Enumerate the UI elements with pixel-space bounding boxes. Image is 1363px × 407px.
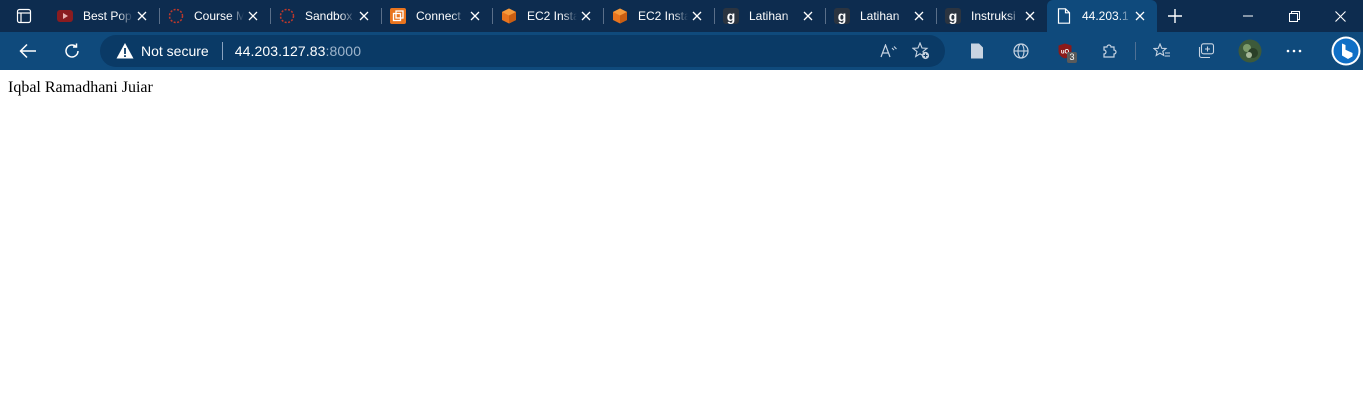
- loading-ring-icon: [168, 8, 184, 24]
- tab-title: 44.203.1: [1082, 9, 1129, 23]
- browser-tab[interactable]: Course M: [159, 0, 270, 32]
- tab-title: Instruksi: [971, 9, 1016, 23]
- letter-g-icon: g: [834, 8, 850, 24]
- collections-button[interactable]: [1184, 32, 1228, 70]
- refresh-button[interactable]: [54, 35, 90, 67]
- profile-button[interactable]: [1228, 32, 1272, 70]
- tab-title: Latihan: [860, 9, 900, 23]
- close-icon[interactable]: [579, 9, 593, 23]
- minimize-button[interactable]: [1225, 0, 1271, 32]
- globe-icon: [1013, 43, 1029, 59]
- tab-title: Best Pop: [83, 9, 132, 23]
- url-text[interactable]: 44.203.127.83:8000: [235, 43, 361, 59]
- close-icon[interactable]: [246, 9, 260, 23]
- close-icon[interactable]: [1133, 9, 1147, 23]
- address-bar-actions: [873, 35, 937, 67]
- avatar: [1238, 39, 1262, 63]
- new-tab-button[interactable]: [1159, 0, 1191, 32]
- close-icon[interactable]: [912, 9, 926, 23]
- browser-toolbar: Not secure 44.203.127.83:8000 uO 3: [0, 32, 1363, 70]
- tab-strip: Best Pop Course M Sandbox Connect EC2 In…: [0, 0, 1363, 32]
- page-icon: [1056, 8, 1072, 24]
- browser-tab[interactable]: Connect: [381, 0, 492, 32]
- loading-ring-icon: [279, 8, 295, 24]
- reading-view-button[interactable]: [955, 32, 999, 70]
- letter-g-icon: g: [945, 8, 961, 24]
- back-arrow-icon: [19, 43, 36, 59]
- document-icon: [971, 43, 983, 59]
- toolbar-actions: uO 3: [955, 32, 1363, 70]
- ublock-extension-button[interactable]: uO 3: [1043, 32, 1087, 70]
- svg-text:g: g: [838, 8, 847, 24]
- browser-tab[interactable]: g Latihan: [825, 0, 936, 32]
- favorites-button[interactable]: [1140, 32, 1184, 70]
- browser-tab[interactable]: EC2 Insta: [492, 0, 603, 32]
- security-label: Not secure: [141, 43, 209, 59]
- browser-tab-active[interactable]: 44.203.1: [1047, 0, 1157, 32]
- tab-title: Course M: [194, 9, 244, 23]
- globe-extension-button[interactable]: [999, 32, 1043, 70]
- extensions-button[interactable]: [1087, 32, 1131, 70]
- favorites-list-icon: [1153, 43, 1170, 57]
- bing-icon: [1331, 36, 1361, 66]
- toolbar-divider: [1135, 42, 1136, 60]
- close-icon[interactable]: [357, 9, 371, 23]
- add-favorite-button[interactable]: [905, 35, 937, 67]
- close-window-button[interactable]: [1317, 0, 1363, 32]
- puzzle-icon: [1103, 44, 1117, 58]
- window-controls: [1225, 0, 1363, 32]
- collections-icon: [1198, 43, 1215, 59]
- browser-tab[interactable]: EC2 Insta: [603, 0, 714, 32]
- page-body-text: Iqbal Ramadhani Juiar: [8, 79, 153, 96]
- aws-ec2-icon: [501, 8, 517, 24]
- close-icon[interactable]: [1023, 9, 1037, 23]
- svg-text:g: g: [949, 8, 958, 24]
- refresh-icon: [65, 43, 79, 58]
- plus-icon: [1168, 9, 1182, 23]
- close-icon[interactable]: [135, 9, 149, 23]
- url-host: 44.203.127.83: [234, 43, 326, 59]
- extension-badge-count: 3: [1067, 52, 1077, 63]
- browser-tab[interactable]: g Latihan: [714, 0, 825, 32]
- restore-button[interactable]: [1271, 0, 1317, 32]
- page-viewport: Iqbal Ramadhani Juiar: [0, 70, 1363, 407]
- tab-title: EC2 Insta: [638, 9, 688, 23]
- more-options-icon: [1286, 49, 1302, 53]
- browser-tab[interactable]: Best Pop: [48, 0, 159, 32]
- browser-tab[interactable]: Sandbox: [270, 0, 381, 32]
- letter-g-icon: g: [723, 8, 739, 24]
- close-icon: [1334, 10, 1346, 22]
- close-icon[interactable]: [690, 9, 704, 23]
- tab-title: Sandbox: [305, 9, 353, 23]
- read-aloud-icon: [880, 44, 897, 58]
- bing-chat-button[interactable]: [1324, 32, 1363, 70]
- star-add-icon: [912, 42, 930, 60]
- minimize-icon: [1243, 15, 1253, 17]
- close-icon[interactable]: [468, 9, 482, 23]
- youtube-icon: [57, 8, 73, 24]
- back-button[interactable]: [10, 35, 46, 67]
- svg-text:g: g: [727, 8, 736, 24]
- tab-actions-icon: [16, 8, 32, 24]
- tab-title: EC2 Insta: [527, 9, 577, 23]
- settings-menu-button[interactable]: [1272, 32, 1316, 70]
- site-security-indicator[interactable]: Not secure: [100, 35, 209, 67]
- tab-actions-button[interactable]: [0, 0, 48, 32]
- browser-tab[interactable]: g Instruksi: [936, 0, 1047, 32]
- close-icon[interactable]: [801, 9, 815, 23]
- aws-ec2-icon: [612, 8, 628, 24]
- tab-title: Connect: [416, 9, 461, 23]
- restore-icon: [1288, 10, 1300, 22]
- url-port: :8000: [325, 43, 362, 59]
- aws-console-icon: [390, 8, 406, 24]
- address-bar[interactable]: Not secure 44.203.127.83:8000: [100, 35, 945, 67]
- address-divider: [221, 42, 223, 60]
- read-aloud-button[interactable]: [873, 35, 905, 67]
- tab-title: Latihan: [749, 9, 789, 23]
- warning-icon: [116, 43, 134, 59]
